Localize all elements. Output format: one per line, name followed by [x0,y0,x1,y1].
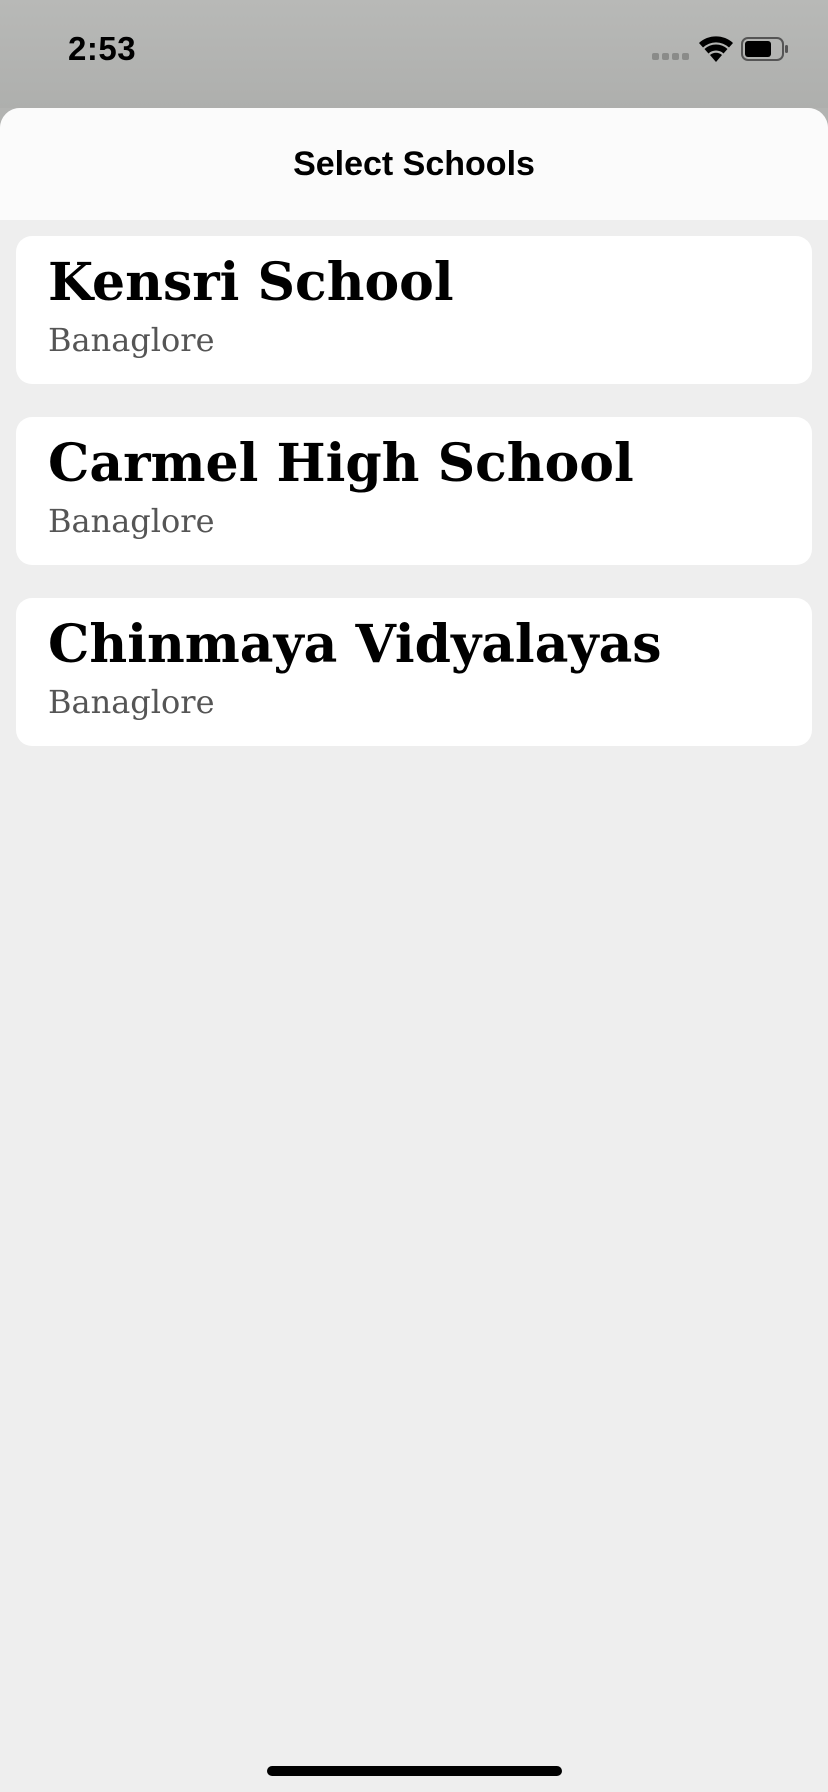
signal-icon [652,53,690,61]
school-name: Carmel High School [48,433,634,494]
school-item-chinmaya[interactable]: Chinmaya Vidyalayas Banaglore [16,598,812,746]
battery-icon [741,37,788,61]
school-item-carmel[interactable]: Carmel High School Banaglore [16,417,812,565]
select-schools-sheet: Select Schools Kensri School Banaglore C… [0,108,828,1792]
wifi-icon [699,36,733,62]
school-item-kensri[interactable]: Kensri School Banaglore [16,236,812,384]
home-indicator[interactable] [267,1766,562,1776]
school-city: Banaglore [48,502,215,540]
status-time: 2:53 [68,30,137,67]
school-name: Kensri School [48,252,454,313]
school-name: Chinmaya Vidyalayas [48,614,662,675]
sheet-header: Select Schools [0,108,828,220]
page-title: Select Schools [293,144,535,183]
status-bar: 2:53 [0,0,828,108]
school-list: Kensri School Banaglore Carmel High Scho… [0,220,828,746]
school-city: Banaglore [48,321,215,359]
school-city: Banaglore [48,683,215,721]
